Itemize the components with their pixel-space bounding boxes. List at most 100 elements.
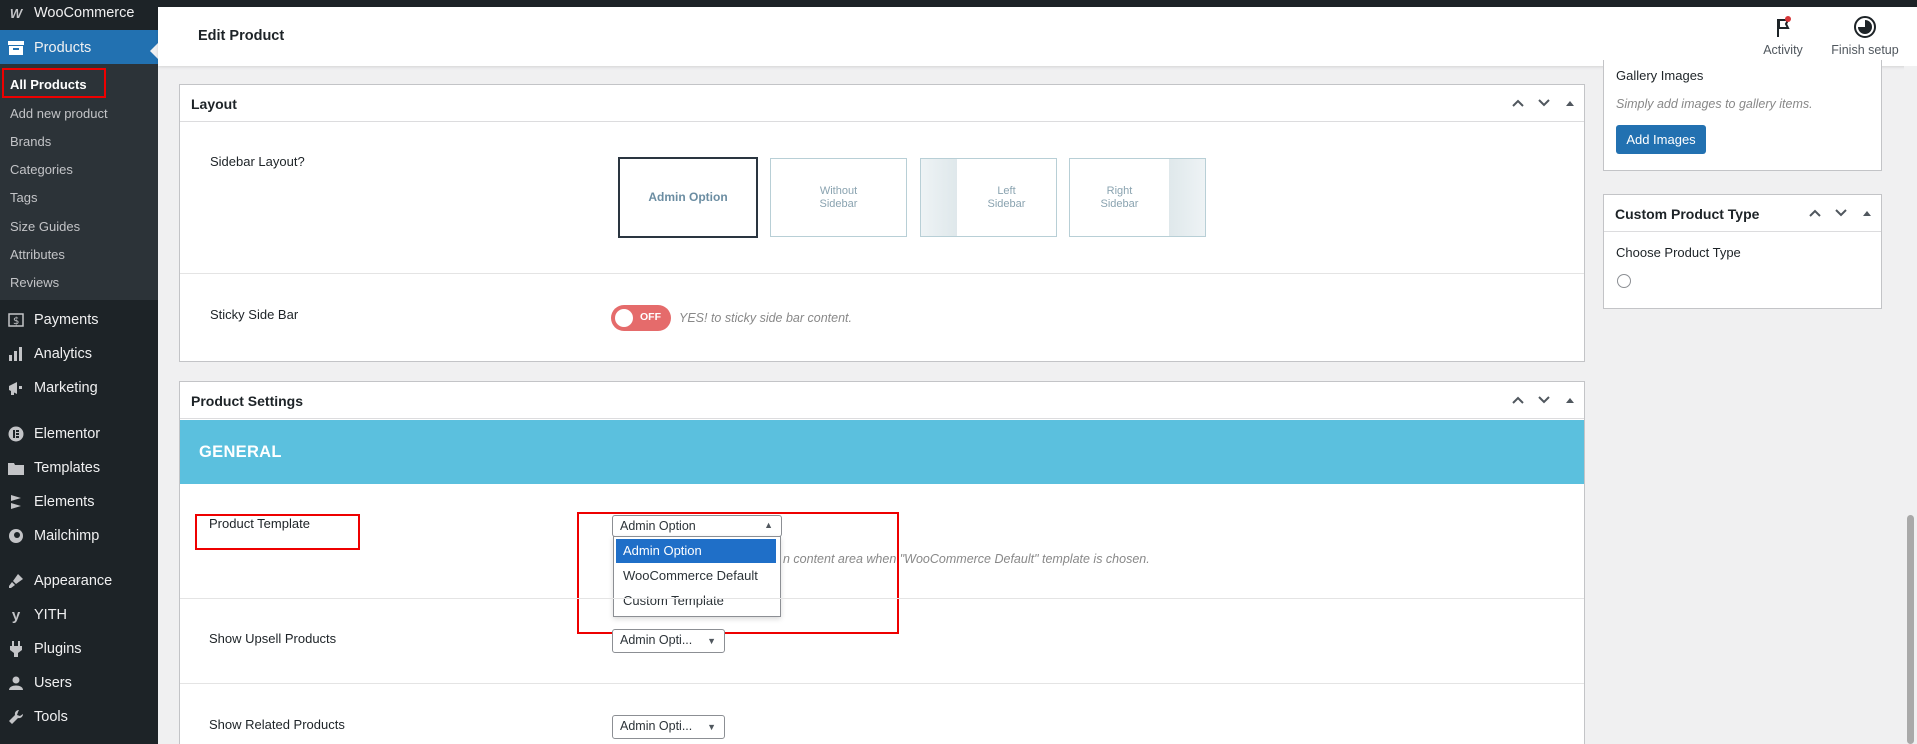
sidebar-item-analytics[interactable]: Analytics <box>0 341 158 367</box>
folder-icon <box>5 458 27 478</box>
product-type-radio[interactable] <box>1617 274 1631 288</box>
payments-icon: $ <box>5 310 27 330</box>
mailchimp-icon <box>5 526 27 546</box>
sidebar-item-payments[interactable]: $ Payments <box>0 307 158 333</box>
panel-title: Product Settings <box>191 393 304 409</box>
highlight-all-products <box>2 68 106 98</box>
woocommerce-icon: W <box>9 5 23 21</box>
chevron-down-icon[interactable] <box>1833 205 1849 221</box>
highlight-product-template-label <box>195 514 360 550</box>
sidebar-item-label: Users <box>34 675 72 691</box>
gallery-title: Gallery Images <box>1616 68 1704 83</box>
current-menu-arrow <box>150 43 158 59</box>
sidebar-item-label: Elementor <box>34 426 101 442</box>
sidebar-item-elements[interactable]: Elements <box>0 489 158 515</box>
layout-option-text: Left Sidebar <box>987 184 1026 210</box>
submenu-add-new-product[interactable]: Add new product <box>10 106 108 121</box>
admin-sidebar: W WooCommerce Products All Products Add … <box>0 0 158 744</box>
sidebar-item-plugins[interactable]: Plugins <box>0 636 158 662</box>
activity-button[interactable]: Activity <box>1748 15 1818 57</box>
panel-title: Custom Product Type <box>1615 206 1760 222</box>
layout-option-text: Without Sidebar <box>819 184 858 210</box>
sidebar-item-woocommerce[interactable]: W WooCommerce <box>0 2 158 24</box>
submenu-tags[interactable]: Tags <box>10 190 37 205</box>
sidebar-item-elementor[interactable]: Elementor <box>0 421 158 447</box>
gallery-hint: Simply add images to gallery items. <box>1616 97 1813 111</box>
sidebar-item-label: YITH <box>34 607 68 623</box>
submenu-reviews[interactable]: Reviews <box>10 275 59 290</box>
sidebar-item-label: Plugins <box>34 641 82 657</box>
sidebar-item-users[interactable]: Users <box>0 670 158 696</box>
finish-setup-label: Finish setup <box>1831 43 1899 57</box>
custom-product-type-header: Custom Product Type <box>1604 195 1881 232</box>
chevron-up-icon[interactable] <box>1807 205 1823 221</box>
layout-option-text: Admin Option <box>648 190 728 204</box>
field-divider <box>180 683 1584 684</box>
sticky-sidebar-label: Sticky Side Bar <box>210 307 299 322</box>
select-value: Admin Opti... <box>620 633 693 647</box>
elementor-icon <box>5 424 27 444</box>
submenu-brands[interactable]: Brands <box>10 134 51 149</box>
sidebar-item-label: Products <box>34 39 92 56</box>
archive-icon <box>5 38 27 58</box>
sticky-sidebar-hint: YES! to sticky side bar content. <box>679 311 852 325</box>
svg-text:$: $ <box>13 316 19 327</box>
chevron-up-icon[interactable] <box>1510 392 1526 408</box>
layout-panel: Layout Sidebar Layout? Admin Option With… <box>179 84 1585 362</box>
chevron-down-icon[interactable] <box>1536 95 1552 111</box>
toggle-state: OFF <box>640 311 661 323</box>
upsell-products-label: Show Upsell Products <box>209 631 337 646</box>
finish-setup-button[interactable]: Finish setup <box>1818 15 1912 57</box>
add-images-button[interactable]: Add Images <box>1616 125 1706 154</box>
layout-option-admin[interactable]: Admin Option <box>618 157 758 238</box>
layout-option-without-sidebar[interactable]: Without Sidebar <box>770 158 907 237</box>
flag-icon <box>1748 15 1818 39</box>
activity-label: Activity <box>1763 43 1803 57</box>
select-value: Admin Opti... <box>620 719 693 733</box>
caret-up-icon[interactable] <box>1562 392 1578 408</box>
sidebar-item-templates[interactable]: Templates <box>0 455 158 481</box>
sidebar-item-label: Tools <box>34 709 68 725</box>
sidebar-item-label: Appearance <box>34 573 113 589</box>
caret-down-icon: ▼ <box>707 636 716 646</box>
megaphone-icon <box>5 378 27 398</box>
submenu-attributes[interactable]: Attributes <box>10 247 65 262</box>
layout-option-right-sidebar[interactable]: Right Sidebar <box>1069 158 1206 237</box>
sidebar-layout-label: Sidebar Layout? <box>210 154 305 169</box>
panel-title: Layout <box>191 96 237 112</box>
chevron-up-icon[interactable] <box>1510 95 1526 111</box>
sidebar-item-label: Analytics <box>34 346 93 362</box>
custom-product-type-panel: Custom Product Type Choose Product Type <box>1603 194 1882 309</box>
gallery-images-panel: Gallery Images Simply add images to gall… <box>1603 60 1882 171</box>
elements-icon <box>5 492 27 512</box>
sidebar-strip <box>1169 159 1205 236</box>
sidebar-item-label: Templates <box>34 460 101 476</box>
sidebar-item-tools[interactable]: Tools <box>0 704 158 730</box>
scrollbar-thumb[interactable] <box>1907 515 1914 744</box>
paintbrush-icon <box>5 571 27 591</box>
sidebar-item-mailchimp[interactable]: Mailchimp <box>0 523 158 549</box>
caret-up-icon[interactable] <box>1562 95 1578 111</box>
upsell-products-select[interactable]: Admin Opti... ▼ <box>612 629 725 653</box>
sidebar-item-products[interactable]: Products <box>0 30 158 65</box>
sidebar-item-appearance[interactable]: Appearance <box>0 568 158 594</box>
related-products-label: Show Related Products <box>209 717 345 732</box>
chevron-down-icon[interactable] <box>1536 392 1552 408</box>
general-section-band: GENERAL <box>180 420 1584 484</box>
sidebar-item-label: Marketing <box>34 380 98 396</box>
product-settings-header: Product Settings <box>180 382 1584 419</box>
sidebar-item-label: Elements <box>34 494 95 510</box>
related-products-select[interactable]: Admin Opti... ▼ <box>612 715 725 739</box>
sidebar-item-marketing[interactable]: Marketing <box>0 375 158 401</box>
caret-up-icon[interactable] <box>1859 205 1875 221</box>
sidebar-item-yith[interactable]: y YITH <box>0 602 158 628</box>
highlight-product-template-dropdown <box>577 512 899 634</box>
toggle-knob <box>615 309 633 327</box>
submenu-categories[interactable]: Categories <box>10 162 73 177</box>
plug-icon <box>5 639 27 659</box>
products-submenu: All Products Add new product Brands Cate… <box>0 64 158 300</box>
wrench-icon <box>5 707 27 727</box>
layout-option-left-sidebar[interactable]: Left Sidebar <box>920 158 1057 237</box>
submenu-size-guides[interactable]: Size Guides <box>10 219 80 234</box>
sticky-sidebar-toggle[interactable]: OFF <box>611 305 671 331</box>
